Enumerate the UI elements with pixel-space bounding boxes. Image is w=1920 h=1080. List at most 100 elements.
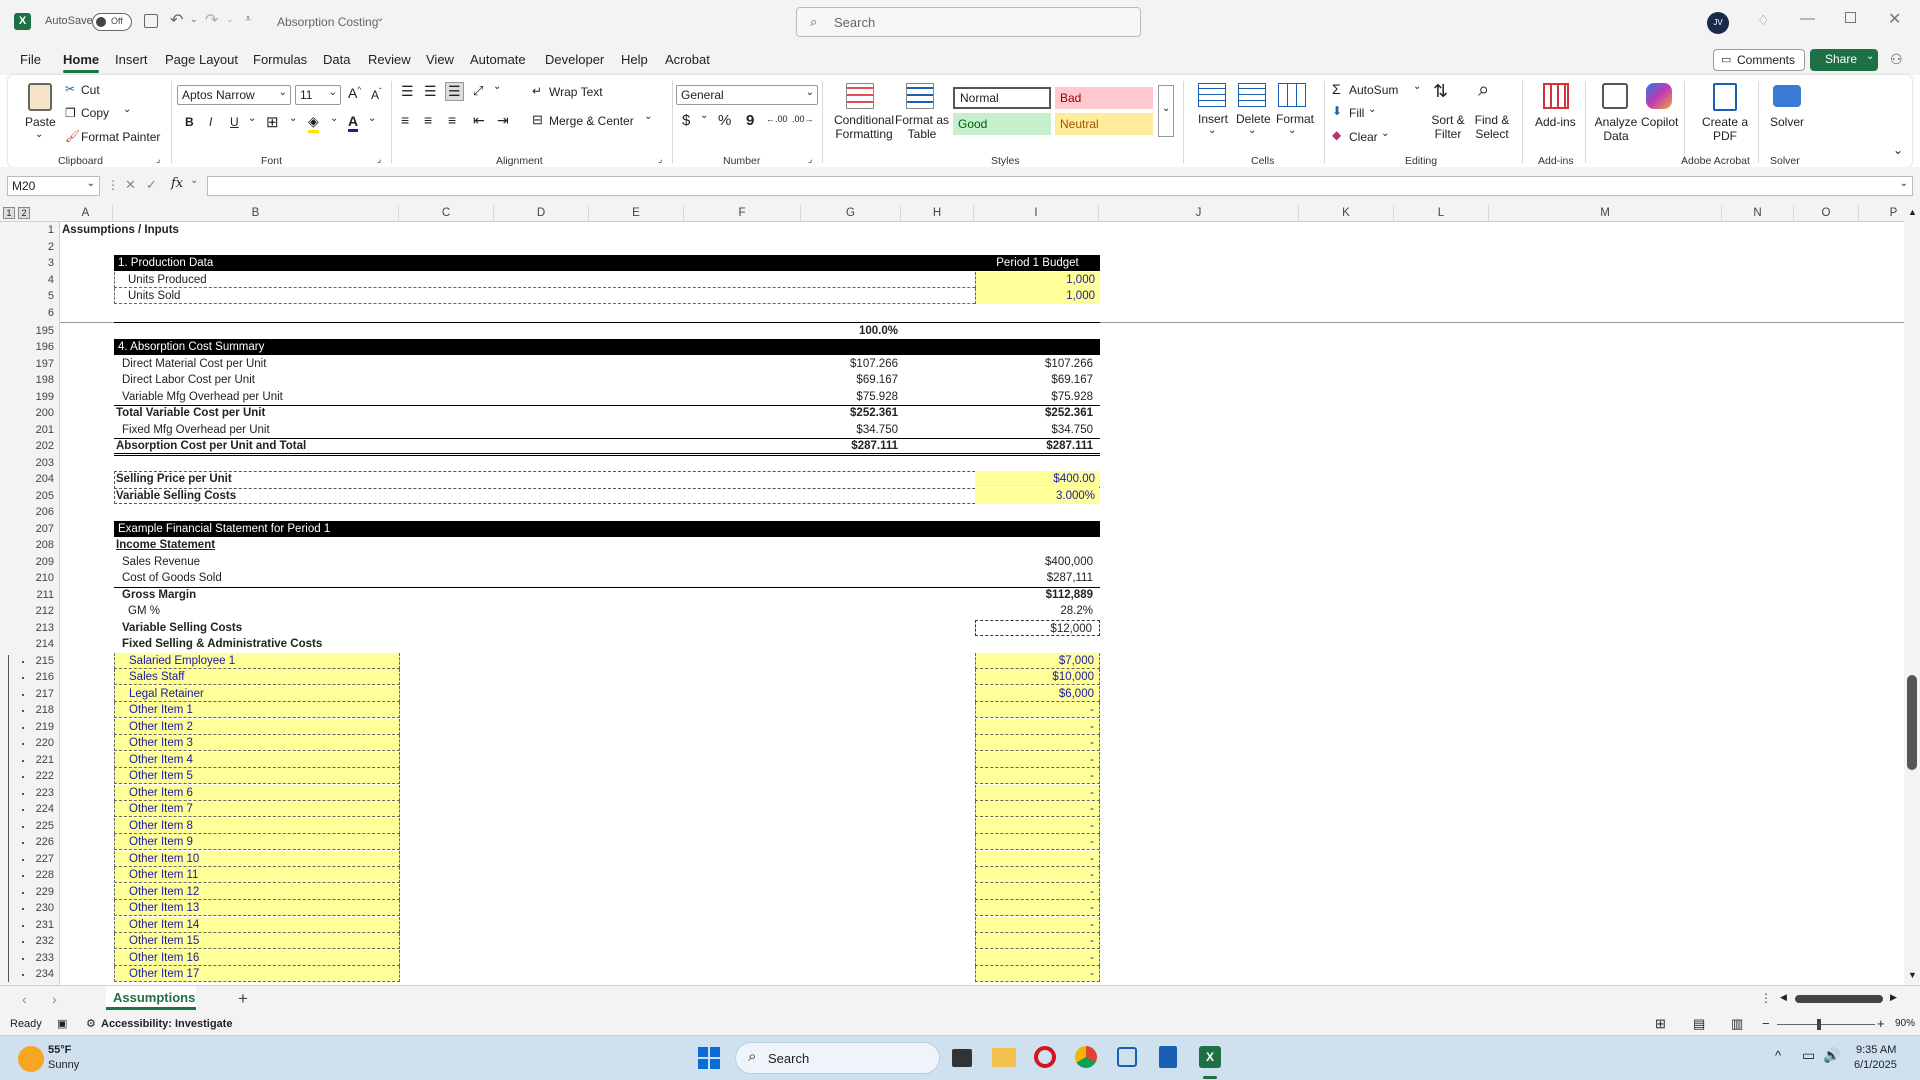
percent-icon[interactable]: % bbox=[718, 112, 731, 129]
column-header-e[interactable]: E bbox=[589, 205, 684, 222]
row-header-3[interactable]: 3 bbox=[0, 255, 60, 272]
expense-item-label[interactable]: Other Item 8 bbox=[114, 817, 400, 834]
column-header-a[interactable]: A bbox=[59, 205, 113, 222]
insert-cells-icon[interactable] bbox=[1198, 83, 1226, 107]
sort-filter-icon[interactable]: ⇅ bbox=[1433, 81, 1448, 102]
summary-i-3[interactable]: $252.361 bbox=[975, 405, 1100, 421]
summary-label-1[interactable]: Direct Labor Cost per Unit bbox=[122, 372, 522, 388]
style-good[interactable]: Good bbox=[953, 113, 1051, 135]
var-selling-label[interactable]: Variable Selling Costs bbox=[116, 488, 516, 504]
accessibility-icon[interactable]: ⚙ bbox=[86, 1017, 96, 1030]
row-header-216[interactable]: 216 bbox=[0, 669, 60, 686]
tab-data[interactable]: Data bbox=[323, 52, 350, 67]
clear-icon[interactable]: ◆ bbox=[1332, 128, 1341, 142]
summary-header[interactable]: 4. Absorption Cost Summary bbox=[118, 339, 418, 355]
expense-item-label[interactable]: Other Item 14 bbox=[114, 916, 400, 933]
expense-item-value[interactable]: - bbox=[975, 702, 1100, 718]
cut-button[interactable]: Cut bbox=[81, 83, 100, 97]
expense-item-label[interactable]: Other Item 15 bbox=[114, 933, 400, 949]
expense-item-label[interactable]: Other Item 10 bbox=[114, 850, 400, 867]
row-header-205[interactable]: 205 bbox=[0, 488, 60, 505]
column-header-o[interactable]: O bbox=[1794, 205, 1859, 222]
summary-g-5[interactable]: $287.111 bbox=[802, 438, 902, 454]
zoom-in-icon[interactable]: + bbox=[1877, 1016, 1885, 1031]
gross-margin-value[interactable]: $112,889 bbox=[975, 587, 1100, 603]
align-center-icon[interactable]: ≡ bbox=[424, 112, 432, 128]
align-bottom-icon[interactable]: ☰ bbox=[445, 82, 464, 101]
paste-button[interactable]: Paste bbox=[25, 115, 56, 129]
cogs-value[interactable]: $287,111 bbox=[975, 570, 1100, 586]
number-launcher-icon[interactable]: ⌟ bbox=[808, 154, 812, 165]
row-header-203[interactable]: 203 bbox=[0, 455, 60, 472]
windows-start-icon[interactable] bbox=[698, 1047, 720, 1069]
summary-g-3[interactable]: $252.361 bbox=[802, 405, 902, 421]
var-selling-value[interactable]: 3.000% bbox=[975, 487, 1100, 504]
add-ins-button[interactable]: Add-ins bbox=[1535, 115, 1576, 129]
zoom-slider[interactable] bbox=[1777, 1019, 1875, 1030]
zoom-slider-thumb[interactable] bbox=[1817, 1019, 1821, 1030]
expense-item-value[interactable]: - bbox=[975, 735, 1100, 751]
delete-cells-icon[interactable] bbox=[1238, 83, 1266, 107]
column-header-c[interactable]: C bbox=[399, 205, 494, 222]
format-as-table-icon[interactable] bbox=[906, 83, 934, 109]
expense-item-value[interactable]: - bbox=[975, 718, 1100, 735]
autosum-button[interactable]: AutoSum bbox=[1349, 83, 1398, 97]
fill-icon[interactable]: ⬇ bbox=[1332, 104, 1342, 118]
row-header-227[interactable]: 227 bbox=[0, 851, 60, 868]
collapse-ribbon-icon[interactable]: ⌄ bbox=[1893, 143, 1903, 157]
row-header-213[interactable]: 213 bbox=[0, 620, 60, 637]
font-size-select[interactable]: 11 ⌄ bbox=[295, 85, 341, 105]
expense-item-value[interactable]: - bbox=[975, 801, 1100, 817]
row-header-206[interactable]: 206 bbox=[0, 504, 60, 521]
add-ins-icon[interactable] bbox=[1543, 83, 1569, 109]
fill-color-icon[interactable]: ◈ bbox=[308, 113, 319, 133]
row-header-202[interactable]: 202 bbox=[0, 438, 60, 455]
conditional-formatting-icon[interactable] bbox=[846, 83, 874, 109]
clock-time[interactable]: 9:35 AM bbox=[1856, 1044, 1896, 1056]
font-launcher-icon[interactable]: ⌟ bbox=[377, 154, 381, 165]
row-header-228[interactable]: 228 bbox=[0, 867, 60, 884]
fill-color-chevron-icon[interactable]: ⌄ bbox=[330, 113, 338, 124]
tab-home[interactable]: Home bbox=[63, 52, 100, 73]
row-header-226[interactable]: 226 bbox=[0, 834, 60, 851]
delete-chevron-icon[interactable]: ⌄ bbox=[1248, 125, 1256, 136]
comma-icon[interactable]: 9 bbox=[746, 112, 754, 129]
selling-price-value[interactable]: $400.00 bbox=[975, 471, 1100, 487]
comments-button[interactable]: ▭ Comments bbox=[1713, 49, 1805, 71]
paste-chevron-icon[interactable]: ⌄ bbox=[35, 129, 43, 140]
prev-sheet-icon[interactable]: ‹ bbox=[22, 991, 27, 1007]
fx-chevron-icon[interactable]: ⌄ bbox=[190, 175, 198, 186]
row-header-222[interactable]: 222 bbox=[0, 768, 60, 785]
increase-decimal-icon[interactable]: ←.00 bbox=[766, 114, 788, 124]
var-selling-costs-label[interactable]: Variable Selling Costs bbox=[122, 620, 422, 636]
expense-item-value[interactable]: - bbox=[975, 867, 1100, 883]
pct-100[interactable]: 100.0% bbox=[802, 323, 902, 339]
style-neutral[interactable]: Neutral bbox=[1055, 113, 1153, 135]
next-sheet-icon[interactable]: › bbox=[52, 991, 57, 1007]
expense-item-label[interactable]: Other Item 11 bbox=[114, 867, 400, 883]
expense-item-value[interactable]: - bbox=[975, 949, 1100, 966]
orientation-icon[interactable]: ⤢ bbox=[473, 83, 483, 99]
hscroll-right-icon[interactable]: ▶ bbox=[1890, 992, 1897, 1003]
row-header-5[interactable]: 5 bbox=[0, 288, 60, 305]
cogs-label[interactable]: Cost of Goods Sold bbox=[122, 570, 422, 586]
outline-group-bracket[interactable] bbox=[8, 654, 9, 982]
row-header-225[interactable]: 225 bbox=[0, 818, 60, 835]
zoom-out-icon[interactable]: − bbox=[1762, 1016, 1770, 1031]
underline-icon[interactable]: U bbox=[230, 115, 239, 129]
expense-item-value[interactable]: $6,000 bbox=[975, 685, 1100, 702]
format-painter-button[interactable]: Format Painter bbox=[81, 130, 160, 144]
insert-function-icon[interactable]: fx bbox=[171, 176, 183, 191]
row-header-214[interactable]: 214 bbox=[0, 636, 60, 653]
row-header-211[interactable]: 211 bbox=[0, 587, 60, 604]
confirm-entry-icon[interactable]: ✓ bbox=[146, 177, 157, 193]
decrease-indent-icon[interactable]: ⇤ bbox=[473, 112, 485, 129]
tab-automate[interactable]: Automate bbox=[470, 52, 526, 67]
expense-item-label[interactable]: Other Item 1 bbox=[114, 702, 400, 718]
row-header-229[interactable]: 229 bbox=[0, 884, 60, 901]
column-header-g[interactable]: G bbox=[801, 205, 901, 222]
italic-icon[interactable]: I bbox=[209, 115, 212, 129]
decrease-decimal-icon[interactable]: .00→ bbox=[792, 114, 814, 124]
expense-item-label[interactable]: Other Item 2 bbox=[114, 718, 400, 735]
expense-item-value[interactable]: - bbox=[975, 883, 1100, 900]
